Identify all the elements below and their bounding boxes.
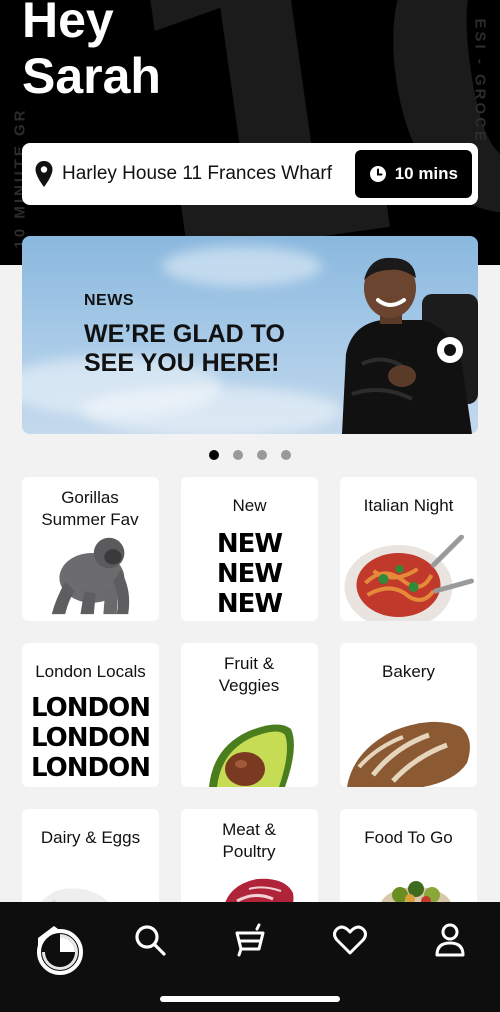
category-label: Fruit & Veggies: [218, 654, 280, 695]
category-card-new[interactable]: New NEW NEW NEW: [181, 477, 318, 621]
big-word-1: LONDON: [31, 693, 151, 723]
header: 10 10 MINUTE GR ESI - GROCE Hey Sarah Ha…: [0, 0, 500, 265]
big-word-2: LONDON: [31, 723, 151, 753]
gorilla-image: [51, 537, 130, 615]
category-label: Food To Go: [364, 828, 453, 847]
pagination-dot-1[interactable]: [209, 450, 219, 460]
category-label: Italian Night: [363, 496, 454, 515]
category-label: Meat & Poultry: [222, 820, 276, 861]
big-word-1: NEW: [216, 529, 283, 559]
address-bar[interactable]: Harley House 11 Frances Wharf 10 mins: [22, 143, 478, 205]
big-word-3: NEW: [216, 589, 283, 619]
news-banner[interactable]: NEWS WE’RE GLAD TO SEE YOU HERE!: [22, 236, 478, 434]
category-card-london-locals[interactable]: London Locals LONDON LONDON LONDON: [22, 643, 159, 787]
category-card-fruit-veggies[interactable]: Fruit & Veggies: [181, 643, 318, 787]
category-label: Dairy & Eggs: [40, 828, 141, 847]
heart-icon: [333, 925, 367, 955]
delivery-eta-badge[interactable]: 10 mins: [354, 150, 472, 198]
avocado-image: [209, 724, 294, 787]
banner-pagination[interactable]: [0, 450, 500, 460]
category-label: London Locals: [35, 662, 146, 681]
profile-icon: [435, 923, 465, 957]
pagination-dot-3[interactable]: [257, 450, 267, 460]
greeting-text: Hey Sarah: [22, 0, 161, 104]
nav-search[interactable]: [130, 920, 170, 960]
clock-icon: [369, 166, 386, 182]
home-icon: [37, 926, 83, 975]
pagination-dot-4[interactable]: [281, 450, 291, 460]
category-grid: Gorillas Summer Fav New NEW NEW NEW Ital…: [22, 477, 478, 953]
cart-icon: [235, 923, 265, 957]
category-card-bakery[interactable]: Bakery: [340, 643, 477, 787]
bread-image: [347, 721, 470, 787]
bottom-navigation: [0, 902, 500, 1012]
nav-favorites[interactable]: [330, 920, 370, 960]
category-label: Gorillas Summer Fav: [41, 488, 139, 529]
courier-person-image: [342, 257, 478, 434]
big-word-3: LONDON: [31, 753, 151, 783]
greeting: Hey Sarah: [22, 0, 182, 104]
pagination-dot-2[interactable]: [233, 450, 243, 460]
nav-cart[interactable]: [230, 920, 270, 960]
spaghetti-image: [344, 535, 474, 621]
search-icon: [135, 925, 166, 956]
big-word-2: NEW: [216, 559, 283, 589]
banner-title: WE’RE GLAD TO SEE YOU HERE!: [84, 320, 285, 377]
delivery-address: Harley House 11 Frances Wharf: [62, 163, 332, 184]
nav-home[interactable]: [34, 924, 86, 976]
category-card-italian-night[interactable]: Italian Night: [340, 477, 477, 621]
nav-profile[interactable]: [430, 920, 470, 960]
location-pin-icon: [35, 161, 53, 187]
category-label: New: [232, 496, 267, 515]
eta-text: 10 mins: [394, 164, 458, 183]
category-card-gorillas-summer-fav[interactable]: Gorillas Summer Fav: [22, 477, 159, 621]
banner-kicker: NEWS: [84, 292, 134, 309]
home-indicator[interactable]: [160, 996, 340, 1002]
category-label: Bakery: [382, 662, 435, 681]
